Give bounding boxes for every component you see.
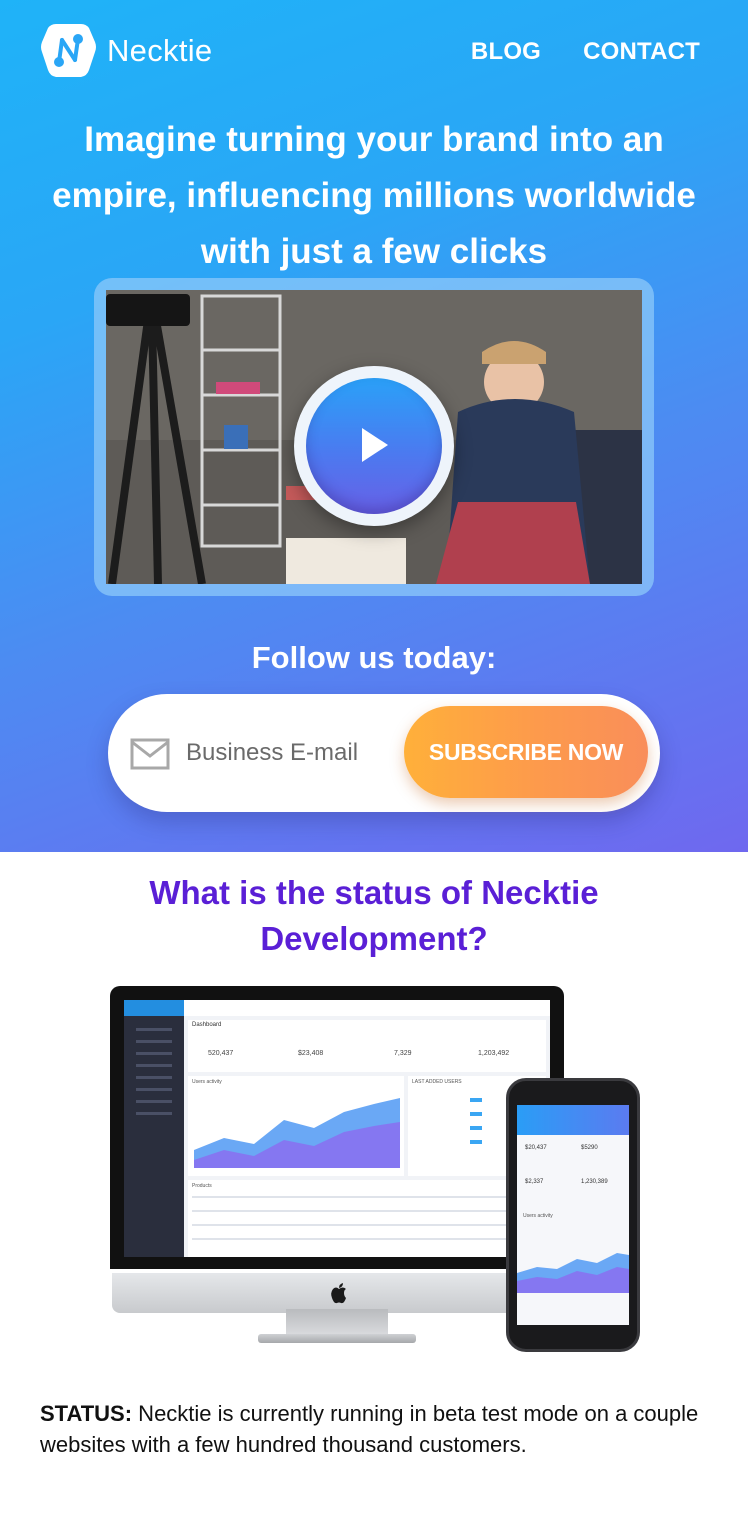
hero-section: Necktie BLOG CONTACT Imagine turning you…	[0, 0, 748, 852]
video-frame	[94, 278, 654, 596]
phone-stat: 1,230,389	[581, 1179, 608, 1185]
dashboard-stat: 7,329	[394, 1050, 412, 1057]
device-mockup-image: Dashboard 520,437 $23,408 7,329 1,203,49…	[108, 982, 642, 1354]
apple-logo-icon	[331, 1283, 346, 1304]
panel-title: Products	[192, 1183, 212, 1189]
subscribe-form: SUBSCRIBE NOW	[108, 694, 660, 812]
phone-stat: $5290	[581, 1145, 598, 1151]
email-input[interactable]	[186, 732, 386, 774]
status-section-title: What is the status of Necktie Developmen…	[149, 874, 599, 957]
status-body: Necktie is currently running in beta tes…	[40, 1401, 699, 1457]
panel-title: LAST ADDED USERS	[412, 1079, 462, 1085]
brand-name: Necktie	[107, 32, 213, 68]
phone-app-header	[517, 1105, 629, 1135]
imac-base	[258, 1334, 416, 1343]
dashboard-stat: 520,437	[208, 1050, 234, 1057]
panel-title: Users activity	[192, 1079, 222, 1085]
imac-chin	[112, 1273, 566, 1313]
play-icon	[362, 428, 388, 462]
imac-stand	[286, 1309, 388, 1337]
imac-screen: Dashboard 520,437 $23,408 7,329 1,203,49…	[110, 986, 566, 1313]
dashboard-stat: 1,203,492	[478, 1050, 510, 1057]
follow-heading: Follow us today:	[251, 640, 497, 675]
logo[interactable]: Necktie	[40, 22, 212, 79]
top-nav: BLOG CONTACT	[471, 38, 700, 66]
status-label: STATUS:	[40, 1401, 133, 1426]
dashboard-stat: $23,408	[298, 1050, 324, 1057]
phone-chart	[517, 1253, 629, 1293]
phone-mockup: $20,437 $5290 $2,337 1,230,389 Users act…	[506, 1078, 640, 1352]
phone-stat: $20,437	[525, 1145, 547, 1151]
subscribe-button[interactable]: SUBSCRIBE NOW	[404, 706, 648, 798]
dashboard-title: Dashboard	[192, 1022, 222, 1028]
video-play-button[interactable]	[294, 366, 454, 526]
necktie-logo-icon	[41, 24, 96, 77]
mail-icon	[130, 738, 170, 770]
dashboard-illustration	[124, 1000, 550, 1257]
hero-headline: Imagine turning your brand into an empir…	[52, 120, 696, 271]
play-button-core	[306, 378, 442, 514]
phone-screen: $20,437 $5290 $2,337 1,230,389 Users act…	[517, 1105, 629, 1325]
dashboard-screenshot: Dashboard 520,437 $23,408 7,329 1,203,49…	[124, 1000, 550, 1257]
phone-stat: $2,337	[525, 1179, 544, 1185]
video-player[interactable]	[106, 290, 642, 584]
phone-panel-title: Users activity	[523, 1213, 553, 1219]
nav-blog-link[interactable]: BLOG	[471, 38, 541, 66]
nav-contact-link[interactable]: CONTACT	[583, 38, 700, 66]
status-description: STATUS: Necktie is currently running in …	[40, 1398, 708, 1460]
